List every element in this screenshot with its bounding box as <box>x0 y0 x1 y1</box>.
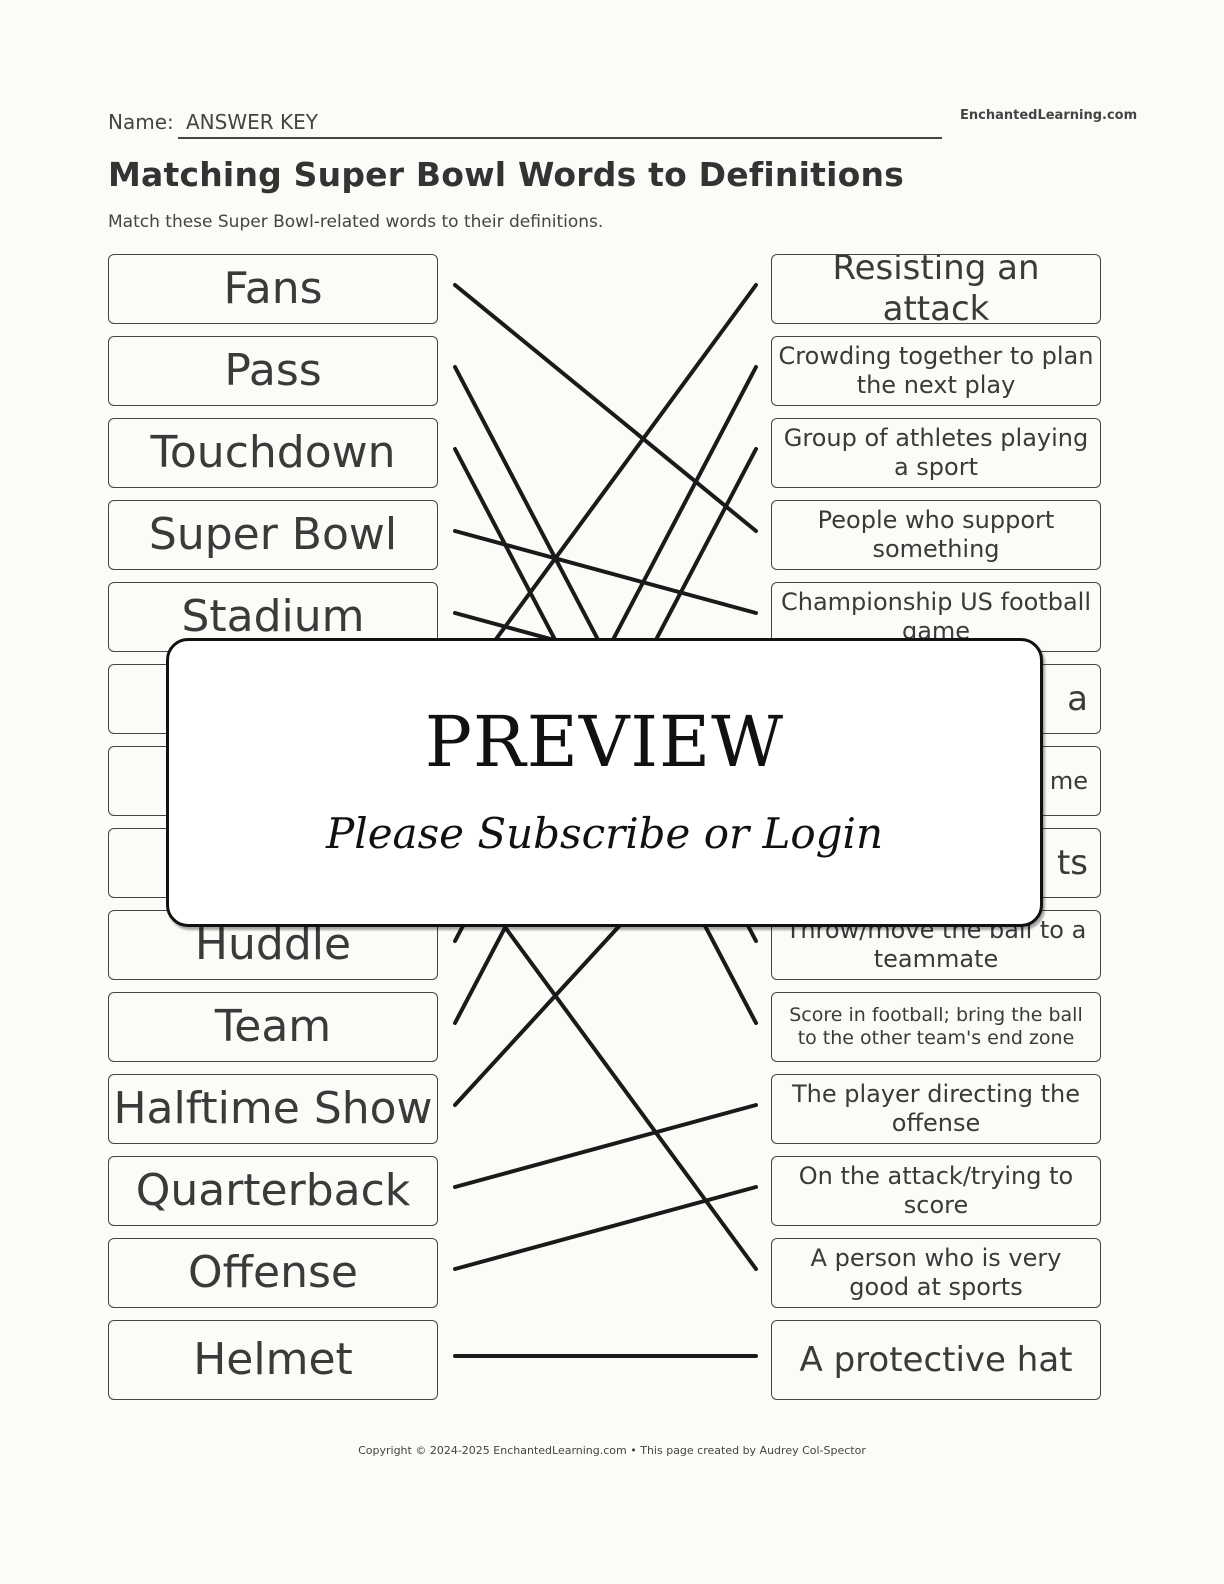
footer-copyright: Copyright © 2024-2025 EnchantedLearning.… <box>358 1444 866 1457</box>
match-line <box>453 283 758 697</box>
match-line <box>453 283 758 533</box>
preview-overlay[interactable]: PREVIEW Please Subscribe or Login <box>166 638 1043 927</box>
match-line <box>453 1103 758 1189</box>
match-line <box>453 1185 758 1271</box>
preview-title: PREVIEW <box>424 701 785 783</box>
match-line <box>453 529 758 615</box>
subscribe-login-prompt[interactable]: Please Subscribe or Login <box>169 809 1040 858</box>
